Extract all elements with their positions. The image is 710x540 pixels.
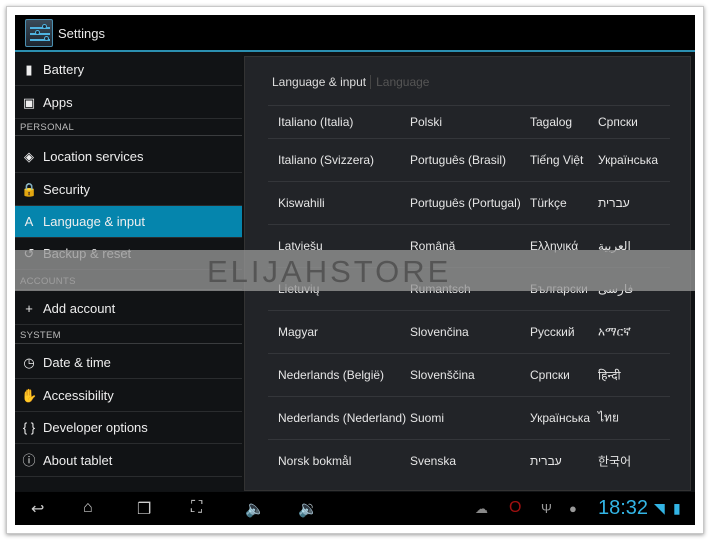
sidebar-item-language-input[interactable]: A Language & input	[15, 206, 242, 238]
braces-icon: { }	[22, 420, 36, 435]
weather-icon: ☁	[475, 501, 488, 516]
recent-apps-icon[interactable]: ❐	[137, 499, 151, 519]
sidebar-item-label: Language & input	[43, 214, 145, 229]
language-row: Norsk bokmål Svenska עברית 한국어	[268, 439, 670, 482]
language-option[interactable]: Slovenščina	[410, 368, 475, 382]
sidebar-item-add-account[interactable]: + Add account	[15, 293, 242, 325]
language-row: Magyar Slovenčina Русский አማርኛ	[268, 310, 670, 353]
language-option[interactable]: Magyar	[278, 325, 318, 339]
language-option[interactable]: Svenska	[410, 454, 456, 468]
sidebar-item-battery[interactable]: ▮ Battery	[15, 54, 242, 86]
language-option[interactable]: Tiếng Việt	[530, 153, 583, 167]
screenshot-icon[interactable]: ⛶	[191, 499, 202, 517]
sidebar-item-about-tablet[interactable]: ⓘ About tablet	[15, 445, 242, 477]
sidebar-item-date-time[interactable]: ◷ Date & time	[15, 347, 242, 379]
sidebar-item-security[interactable]: 🔒 Security	[15, 174, 242, 206]
navigation-bar: ↩ ⌂ ❐ ⛶ 🔈 🔉 ☁ O Ψ ● 18:32 ◥ ▮	[15, 492, 695, 525]
language-row: Kiswahili Português (Portugal) Türkçe עברית	[268, 181, 670, 224]
language-option[interactable]: Nederlands (België)	[278, 368, 384, 382]
language-option[interactable]: Norsk bokmål	[278, 454, 351, 468]
wifi-icon: ◥	[654, 500, 665, 516]
volume-down-icon[interactable]: 🔈	[245, 499, 265, 519]
apps-icon: ▣	[22, 95, 36, 110]
language-option[interactable]: Српски	[598, 115, 638, 129]
settings-app-icon[interactable]	[25, 19, 53, 47]
language-option[interactable]: Türkçe	[530, 196, 567, 210]
language-option[interactable]: Українська	[598, 153, 658, 167]
action-bar: Settings	[15, 15, 695, 52]
info-icon: ⓘ	[22, 453, 36, 468]
language-option[interactable]: Slovenčina	[410, 325, 469, 339]
plus-icon: +	[25, 301, 33, 316]
battery-status-icon: ▮	[673, 500, 681, 516]
language-row: Italiano (Svizzera) Português (Brasil) Tiế…	[268, 138, 670, 181]
language-option[interactable]: Tagalog	[530, 115, 572, 129]
language-option[interactable]: Italiano (Italia)	[278, 115, 353, 129]
battery-icon: ▮	[25, 62, 33, 77]
hand-icon: ✋	[21, 388, 38, 403]
language-option[interactable]: Українська	[530, 411, 590, 425]
language-option[interactable]: Русский	[530, 325, 575, 339]
language-option[interactable]: हिन्दी	[598, 367, 621, 384]
sidebar-item-label: Location services	[43, 149, 144, 164]
language-option[interactable]: ไทย	[598, 409, 619, 428]
language-option[interactable]: Português (Portugal)	[410, 196, 521, 210]
sidebar-item-label: About tablet	[43, 453, 113, 468]
sidebar-item-developer-options[interactable]: { } Developer options	[15, 412, 242, 444]
app-title: Settings	[58, 26, 105, 41]
language-option[interactable]: עברית	[598, 196, 630, 210]
sidebar-item-label: Add account	[43, 301, 116, 316]
language-option[interactable]: Nederlands (Nederland)	[278, 411, 406, 425]
language-option[interactable]: Kiswahili	[278, 196, 325, 210]
sidebar-item-accessibility[interactable]: ✋ Accessibility	[15, 380, 242, 412]
breadcrumb-parent[interactable]: Language & input	[272, 75, 366, 89]
language-option[interactable]: 한국어	[598, 453, 631, 470]
location-icon: ◈	[24, 149, 34, 164]
volume-up-icon[interactable]: 🔉	[298, 499, 318, 519]
sidebar-item-label: Apps	[43, 95, 73, 110]
language-option[interactable]: አማርኛ	[598, 325, 631, 340]
android-debug-icon: ●	[569, 501, 577, 516]
back-icon[interactable]: ↩	[31, 499, 44, 519]
section-header-personal: PERSONAL	[20, 122, 75, 133]
language-option[interactable]: עברית	[530, 454, 562, 468]
section-header-system: SYSTEM	[20, 330, 61, 341]
language-icon: A	[24, 214, 34, 229]
language-option[interactable]: Italiano (Svizzera)	[278, 153, 374, 167]
home-icon[interactable]: ⌂	[83, 499, 93, 517]
clock-icon: ◷	[23, 355, 35, 370]
language-option[interactable]: Português (Brasil)	[410, 153, 506, 167]
breadcrumb: Language & input Language	[272, 75, 430, 89]
language-row: Nederlands (België) Slovenščina Српски हिन्…	[268, 353, 670, 396]
divider	[15, 343, 242, 344]
clock: 18:32	[598, 497, 649, 519]
watermark: ELIJAHSTORE	[15, 250, 695, 291]
sidebar-item-label: Battery	[43, 62, 85, 77]
lock-icon: 🔒	[21, 182, 38, 197]
language-row: Nederlands (Nederland) Suomi Українська ไทย	[268, 396, 670, 439]
sidebar-item-label: Date & time	[43, 355, 111, 370]
sidebar-item-label: Developer options	[43, 420, 148, 435]
sidebar-item-location-services[interactable]: ◈ Location services	[15, 141, 242, 173]
sidebar-item-apps[interactable]: ▣ Apps	[15, 87, 242, 119]
language-row: Italiano (Italia) Polski Tagalog Српски	[268, 105, 670, 138]
language-option[interactable]: Suomi	[410, 411, 444, 425]
divider	[15, 135, 242, 136]
opera-icon: O	[509, 499, 522, 516]
breadcrumb-current: Language	[370, 75, 430, 89]
usb-icon: Ψ	[541, 501, 552, 516]
language-option[interactable]: Polski	[410, 115, 442, 129]
sidebar-item-label: Security	[43, 182, 90, 197]
language-option[interactable]: Српски	[530, 368, 570, 382]
sidebar-item-label: Accessibility	[43, 388, 114, 403]
